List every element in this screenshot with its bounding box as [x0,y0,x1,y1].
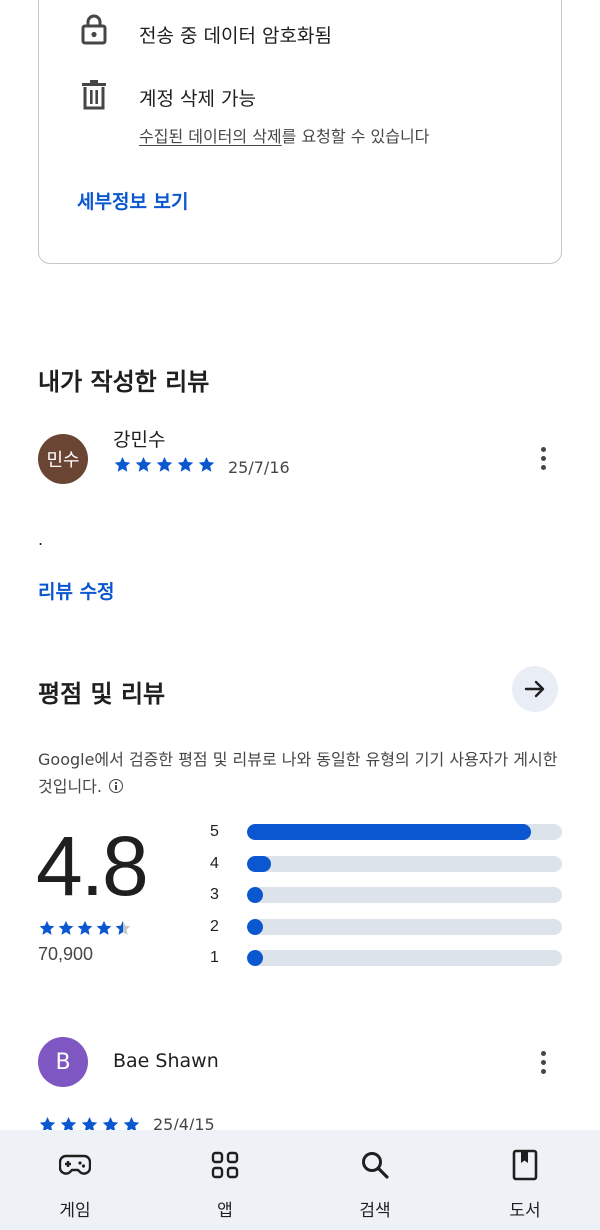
nav-label: 게임 [59,1201,91,1221]
rating-bar-track [247,855,562,872]
encryption-title: 전송 중 데이터 암호화됨 [139,25,332,47]
nav-search[interactable]: 검색 [300,1130,450,1230]
rating-bar-row: 2 [210,917,562,937]
rating-bar-label: 4 [210,854,219,872]
nav-label: 도서 [509,1201,541,1221]
star-icon [39,920,55,935]
deletion-row [79,79,109,111]
avatar-initials: 민수 [46,450,80,471]
rating-bar-row: 3 [210,885,562,905]
star-icon [156,456,173,472]
rating-bar-fill [247,824,531,840]
deletion-title: 계정 삭제 가능 [139,88,256,110]
average-star-rating [38,919,132,937]
review-text: . [38,530,44,549]
rating-count: 70,900 [38,944,94,964]
deletion-subtitle: 수집된 데이터의 삭제를 요청할 수 있습니다 [139,123,429,147]
reviewer-name: 강민수 [113,429,166,451]
data-deletion-request-link[interactable]: 수집된 데이터의 삭제 [139,127,282,146]
avatar: B [38,1037,88,1087]
star-icon [77,920,93,935]
rating-bar-row: 1 [210,948,562,968]
gamepad-icon [58,1148,92,1182]
apps-grid-icon [208,1148,242,1182]
rating-bar-track [247,950,562,966]
rating-bar-track [247,918,562,935]
nav-label: 앱 [217,1201,233,1221]
lock-icon [79,13,109,45]
rating-bar-label: 5 [210,823,219,840]
nav-games[interactable]: 게임 [0,1130,150,1230]
star-icon [96,920,112,935]
nav-label: 검색 [359,1201,391,1221]
rating-bar-fill [247,918,263,935]
see-details-link[interactable]: 세부정보 보기 [77,187,189,214]
rating-bar-label: 2 [210,917,219,935]
ratings-reviews-title: 평점 및 리뷰 [38,680,166,708]
ratings-see-all-button[interactable] [512,666,558,712]
star-icon [177,456,194,472]
rating-bar-fill [247,887,263,903]
deletion-subtitle-rest: 를 요청할 수 있습니다 [281,127,430,146]
rating-bar-label: 3 [210,886,219,903]
bottom-navigation: 게임 앱 검색 도서 [0,1130,600,1230]
avatar: 민수 [38,434,88,484]
star-icon [115,920,131,935]
nav-books[interactable]: 도서 [450,1130,600,1230]
edit-review-link[interactable]: 리뷰 수정 [38,577,115,604]
rating-bar-track [247,824,562,840]
review-date: 25/7/16 [228,458,290,477]
my-review-title: 내가 작성한 리뷰 [38,368,210,396]
average-rating: 4.8 [36,819,149,913]
data-safety-card: 전송 중 데이터 암호화됨 계정 삭제 가능 수집된 데이터의 삭제를 요청할 … [38,0,562,264]
avatar-initial: B [55,1049,71,1075]
trash-icon [79,79,109,111]
search-icon [358,1148,392,1182]
info-icon[interactable] [109,779,124,793]
review-star-rating [113,455,216,474]
rating-bar-fill [247,855,271,872]
reviewer-name: Bae Shawn [113,1050,219,1072]
more-options-icon[interactable] [531,443,555,473]
star-icon [114,456,131,472]
star-icon [58,920,74,935]
rating-bar-label: 1 [210,949,219,966]
ratings-info-text: Google에서 검증한 평점 및 리뷰로 나와 동일한 유형의 기기 사용자가… [38,746,562,800]
nav-apps[interactable]: 앱 [150,1130,300,1230]
star-icon [135,456,152,472]
more-options-icon[interactable] [531,1047,555,1077]
encryption-row [79,13,109,45]
star-icon [198,456,215,472]
rating-bar-row: 4 [210,854,562,874]
book-icon [508,1148,542,1182]
arrow-right-icon [524,680,545,698]
rating-bar-row: 5 [210,822,562,842]
rating-bar-fill [247,950,263,966]
rating-bar-track [247,887,562,903]
